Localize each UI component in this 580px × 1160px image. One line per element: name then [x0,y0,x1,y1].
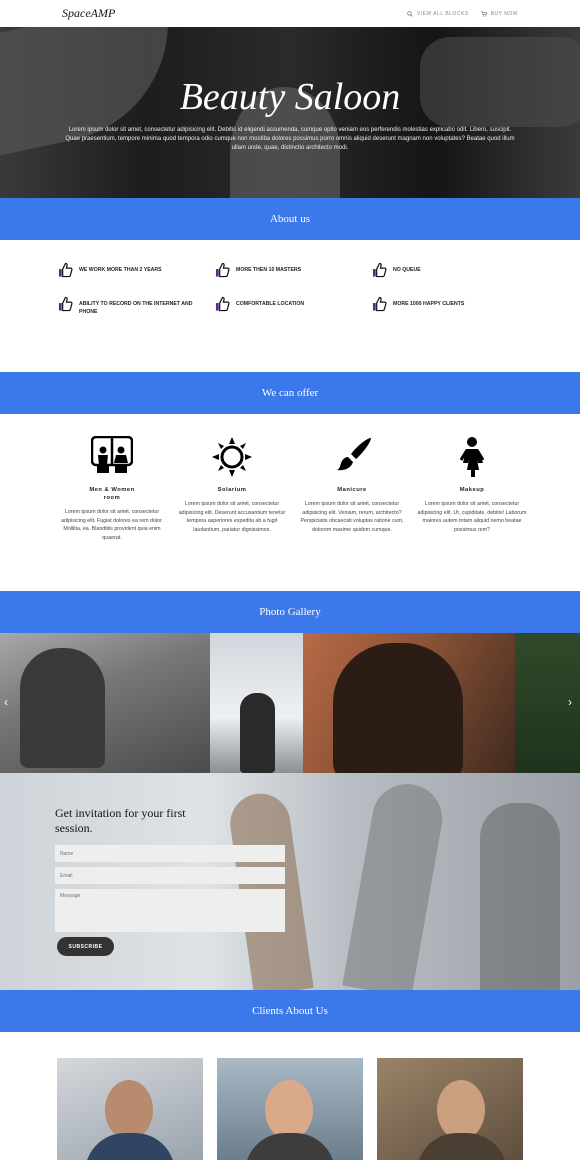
buy-now-label: BUY NOW [490,10,518,17]
clients-section-title: Clients About Us [0,990,580,1032]
offer-title: Solarium [217,487,247,493]
invitation-title: Get invitation for your first session. [55,806,186,835]
offer-title: Men & Women room [89,487,135,501]
feature-label: ABILITY TO RECORD ON THE INTERNET AND PH… [79,301,193,315]
offer-title: Manicure [337,487,367,493]
search-icon [407,10,413,17]
offer-item: Manicure Lorem ipsum dolor sit amet, con… [292,436,412,542]
woman-icon [459,437,485,477]
offer-item: Men & Women room Lorem ipsum dolor sit a… [52,436,172,542]
feature-item: ABILITY TO RECORD ON THE INTERNET AND PH… [58,296,215,316]
offer-title: Makeup [459,487,485,493]
gallery-photo[interactable] [210,633,303,773]
feature-label: COMFORTABLE LOCATION [236,301,305,307]
thumbs-up-icon [58,262,73,278]
view-all-blocks-label: VIEW ALL BLOCKS [416,10,469,17]
feature-label: MORE THEN 10 MASTERS [236,267,302,273]
brush-icon [337,438,371,471]
offer-text: Lorem ipsum dolor sit amet, consectetur … [300,501,404,533]
hero-title: Beauty Saloon [179,76,401,118]
offer-text: Lorem ipsum dolor sit amet, consectetur … [178,501,286,533]
client-photo [57,1058,203,1160]
thumbs-up-icon [58,296,73,312]
gallery-photo[interactable]: ‹ [0,633,210,773]
feature-label: MORE 1000 HAPPY CLIENTS [393,301,465,307]
feature-item: MORE THEN 10 MASTERS [215,262,372,282]
feature-item: NO QUEUE [372,262,529,282]
thumbs-up-icon [215,262,230,278]
email-field[interactable] [55,867,285,884]
gallery-next-arrow[interactable]: › [568,695,572,709]
gallery-section-title: Photo Gallery [0,591,580,633]
offer-text: Lorem ipsum dolor sit amet, consectetur … [417,501,527,533]
offer-item: Makeup Lorem ipsum dolor sit amet, conse… [412,436,532,542]
client-photo [377,1058,523,1160]
top-navbar: SpaceAMP VIEW ALL BLOCKS BUY NOW [0,0,580,27]
cart-icon [480,10,487,17]
feature-item: WE WORK MORE THAN 2 YEARS [58,262,215,282]
offer-item: Solarium Lorem ipsum dolor sit amet, con… [172,436,292,542]
feature-label: NO QUEUE [393,267,421,273]
buy-now-link[interactable]: BUY NOW [480,10,518,17]
thumbs-up-icon [372,296,387,312]
top-nav: VIEW ALL BLOCKS BUY NOW [407,11,518,17]
photo-gallery: ‹ › [0,633,580,773]
message-field[interactable] [55,889,285,932]
offer-section-title: We can offer [0,372,580,414]
thumbs-up-icon [215,296,230,312]
background-brush-shape [342,778,448,990]
hero-banner: Beauty Saloon Lorem ipsum dolor sit amet… [0,27,580,198]
feature-item: COMFORTABLE LOCATION [215,296,372,316]
about-features: WE WORK MORE THAN 2 YEARS MORE THEN 10 M… [58,262,528,316]
client-photos [57,1058,523,1160]
invitation-section: Get invitation for your first session. S… [0,773,580,990]
about-section-title: About us [0,198,580,240]
view-all-blocks-link[interactable]: VIEW ALL BLOCKS [407,11,469,17]
hero-text: Lorem ipsum dolor sit amet, consectetur … [65,127,515,151]
sun-icon [212,437,252,477]
feature-label: WE WORK MORE THAN 2 YEARS [79,267,162,273]
thumbs-up-icon [372,262,387,278]
offer-list: Men & Women room Lorem ipsum dolor sit a… [52,436,532,542]
gallery-photo[interactable] [303,633,515,773]
feature-item: MORE 1000 HAPPY CLIENTS [372,296,529,316]
restroom-icon [91,436,133,473]
background-brush-shape [480,803,560,990]
offer-text: Lorem ipsum dolor sit amet, consectetur … [61,509,163,541]
gallery-photo[interactable]: › [515,633,580,773]
name-field[interactable] [55,845,285,862]
gallery-prev-arrow[interactable]: ‹ [4,695,8,709]
client-photo [217,1058,363,1160]
subscribe-button[interactable]: SUBSCRIBE [57,937,114,956]
site-logo[interactable]: SpaceAMP [62,6,115,21]
